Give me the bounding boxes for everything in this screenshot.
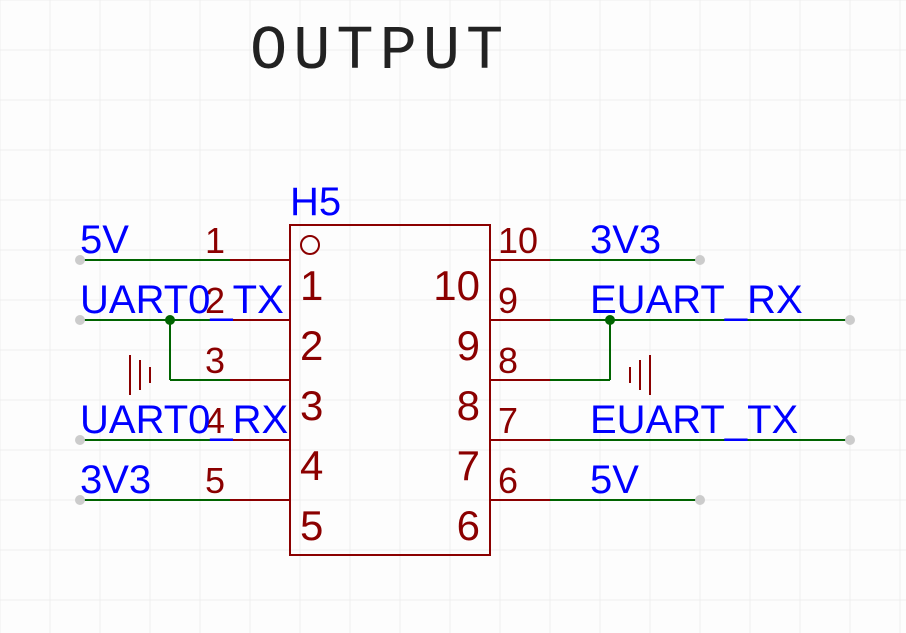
pin-number-inner: 6 xyxy=(457,502,480,549)
pin-number-outer: 3 xyxy=(205,340,225,381)
left-pins: 1 1 5V 2 2 UART0_TX 3 3 4 4 UART0_RX xyxy=(75,218,323,549)
net-label: 5V xyxy=(590,458,639,502)
net-label: UART0_RX xyxy=(80,398,288,442)
pin-number-outer: 6 xyxy=(498,460,518,501)
wire-endpoint xyxy=(845,435,855,445)
gnd-symbol xyxy=(130,355,150,395)
net-label: EUART_TX xyxy=(590,398,798,442)
net-label: 5V xyxy=(80,218,129,262)
pin-number-inner: 5 xyxy=(300,502,323,549)
net-label: 3V3 xyxy=(590,218,661,262)
pin-number-inner: 10 xyxy=(433,262,480,309)
schematic-title: OUTPUT xyxy=(250,16,509,87)
pin-number-inner: 9 xyxy=(457,322,480,369)
pin-number-inner: 8 xyxy=(457,382,480,429)
pin-number-outer: 10 xyxy=(498,220,538,261)
pin-number-inner: 3 xyxy=(300,382,323,429)
junction xyxy=(165,315,175,325)
pin-number-outer: 8 xyxy=(498,340,518,381)
pin-number-inner: 2 xyxy=(300,322,323,369)
net-label: EUART_RX xyxy=(590,278,803,322)
pin-number-inner: 1 xyxy=(300,262,323,309)
schematic-canvas: OUTPUT H5 1 1 5V 2 2 UART0_TX 3 3 xyxy=(0,0,906,633)
pin-number-outer: 1 xyxy=(205,220,225,261)
wire-endpoint xyxy=(695,255,705,265)
pin-number-outer: 7 xyxy=(498,400,518,441)
net-label: UART0_TX xyxy=(80,278,284,322)
pin-number-inner: 7 xyxy=(457,442,480,489)
pin-number-outer: 9 xyxy=(498,280,518,321)
right-pins: 10 10 3V3 9 9 EUART_RX 8 8 7 7 EUART_TX xyxy=(433,218,855,549)
pin1-marker xyxy=(301,236,319,254)
pin-number-inner: 4 xyxy=(300,442,323,489)
net-label: 3V3 xyxy=(80,458,151,502)
wire-endpoint xyxy=(695,495,705,505)
pin-number-outer: 5 xyxy=(205,460,225,501)
wire-endpoint xyxy=(845,315,855,325)
component-designator: H5 xyxy=(290,180,341,224)
junction xyxy=(605,315,615,325)
gnd-symbol xyxy=(630,355,650,395)
